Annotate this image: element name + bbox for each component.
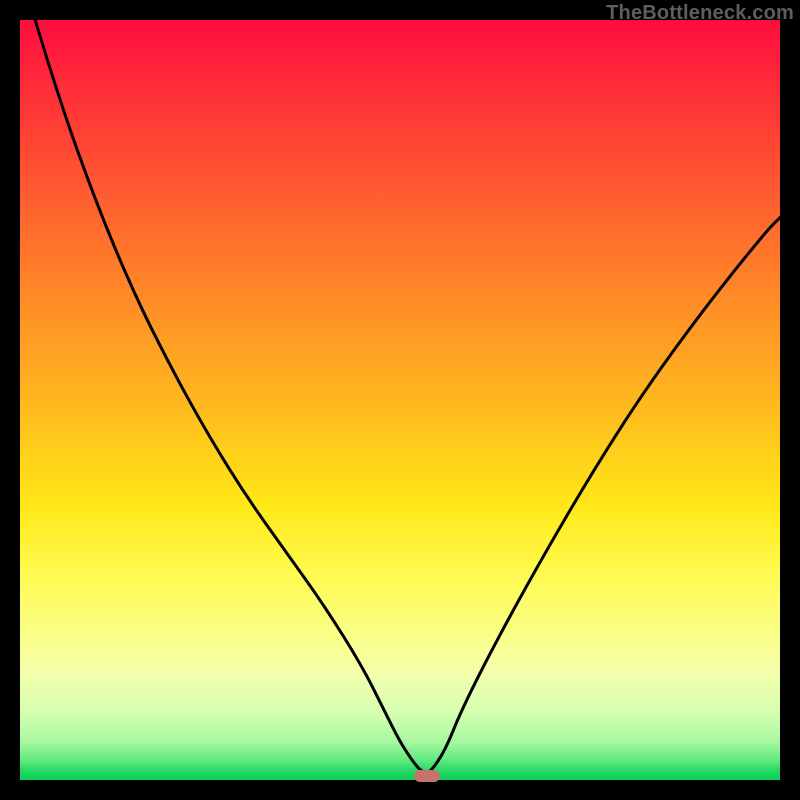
bottleneck-curve xyxy=(20,20,780,780)
watermark-text: TheBottleneck.com xyxy=(606,2,794,25)
plot-area xyxy=(20,20,780,780)
chart-frame: TheBottleneck.com xyxy=(0,0,800,800)
optimal-point-marker xyxy=(414,770,440,782)
